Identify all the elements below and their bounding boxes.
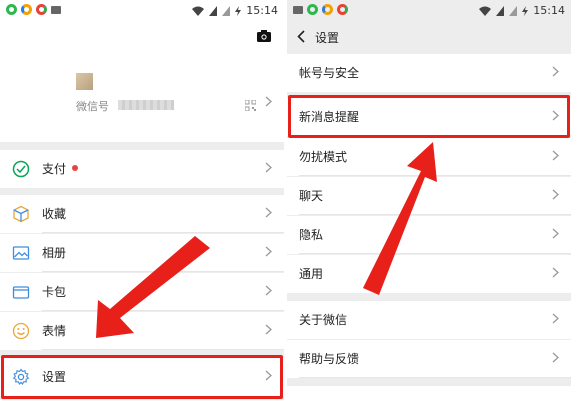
chevron-right-icon: [552, 313, 559, 324]
cube-icon: [13, 205, 29, 223]
clock: 15:14: [246, 4, 278, 17]
settings-item-privacy[interactable]: 隐私: [287, 216, 571, 254]
settings-item-label: 帐号与安全: [299, 66, 360, 80]
chevron-right-icon: [552, 267, 559, 278]
divider: [42, 232, 284, 233]
settings-item-label: 聊天: [299, 189, 324, 203]
divider: [42, 349, 284, 350]
wallet-check-icon: [12, 160, 30, 178]
charging-icon: [235, 5, 242, 16]
menu-item-stickers[interactable]: 表情: [0, 312, 284, 350]
image-notification-icon: [293, 5, 303, 14]
wechat-id-label: 微信号: [76, 100, 109, 113]
settings-item-label: 隐私: [299, 228, 324, 242]
settings-screen: 15:14 设置 帐号与安全 新消息提醒 勿扰模式 聊天 隐私 通用 关于微信: [287, 0, 571, 400]
page-title: 设置: [315, 31, 340, 45]
avatar[interactable]: [76, 73, 93, 90]
chevron-right-icon: [265, 246, 272, 257]
menu-item-label: 相册: [42, 246, 67, 260]
signal-icon: [496, 5, 505, 16]
signal-icon: [222, 5, 231, 16]
chevron-right-icon: [265, 162, 272, 173]
image-notification-icon: [51, 5, 61, 14]
chevron-right-icon: [265, 285, 272, 296]
back-arrow-icon[interactable]: [297, 30, 305, 43]
settings-item-general[interactable]: 通用: [287, 255, 571, 293]
chevron-right-icon: [552, 352, 559, 363]
chevron-right-icon: [265, 96, 272, 110]
menu-item-cards[interactable]: 卡包: [0, 273, 284, 311]
settings-item-chat[interactable]: 聊天: [287, 177, 571, 215]
menu-item-label: 收藏: [42, 207, 67, 221]
notification-app-icon: [21, 4, 32, 15]
settings-item-about-wechat[interactable]: 关于微信: [287, 301, 571, 339]
settings-item-account-security[interactable]: 帐号与安全: [287, 54, 571, 92]
notification-app-icon: [36, 4, 47, 15]
chevron-right-icon: [265, 324, 272, 335]
settings-item-label: 通用: [299, 267, 324, 281]
menu-item-label: 支付: [42, 162, 67, 176]
charging-icon: [522, 5, 529, 16]
chevron-right-icon: [552, 66, 559, 77]
clock: 15:14: [533, 4, 565, 17]
qr-code-icon[interactable]: [245, 100, 256, 111]
me-tab-screen: 15:14 微信号 支付 收藏 相册 卡包 表情 设置: [0, 0, 284, 400]
nav-bar: 设置: [287, 22, 571, 52]
settings-item-partial[interactable]: [287, 386, 571, 400]
signal-icon: [509, 5, 518, 16]
menu-item-favorites[interactable]: 收藏: [0, 195, 284, 233]
settings-item-do-not-disturb[interactable]: 勿扰模式: [287, 138, 571, 176]
settings-highlight-box: [1, 355, 283, 399]
unread-badge: [72, 165, 78, 171]
notifications-highlight-box: [288, 95, 570, 138]
settings-item-label: 勿扰模式: [299, 150, 348, 164]
signal-icon: [209, 5, 218, 16]
divider: [299, 377, 571, 378]
status-bar: 15:14: [0, 0, 284, 22]
image-icon: [12, 246, 30, 260]
notification-app-icon: [337, 4, 348, 15]
notification-app-icon: [6, 4, 17, 15]
divider: [299, 253, 571, 254]
notification-app-icon: [322, 4, 333, 15]
camera-icon[interactable]: [257, 30, 271, 42]
menu-item-label: 表情: [42, 324, 67, 338]
divider: [42, 271, 284, 272]
chevron-right-icon: [552, 228, 559, 239]
chevron-right-icon: [552, 150, 559, 161]
menu-item-album[interactable]: 相册: [0, 234, 284, 272]
settings-item-label: 关于微信: [299, 313, 348, 327]
wifi-icon: [192, 6, 205, 16]
menu-item-label: 卡包: [42, 285, 67, 299]
status-bar: 15:14: [287, 0, 571, 22]
chevron-right-icon: [265, 207, 272, 218]
settings-item-help-feedback[interactable]: 帮助与反馈: [287, 340, 571, 378]
divider: [299, 214, 571, 215]
chevron-right-icon: [552, 189, 559, 200]
wechat-id-value-blurred: [118, 100, 174, 110]
profile-header[interactable]: 微信号: [0, 22, 284, 142]
smiley-icon: [12, 322, 30, 340]
menu-item-pay[interactable]: 支付: [0, 150, 284, 188]
settings-item-label: 帮助与反馈: [299, 352, 360, 366]
wifi-icon: [479, 6, 492, 16]
notification-app-icon: [307, 4, 318, 15]
divider: [299, 175, 571, 176]
divider: [42, 310, 284, 311]
card-icon: [12, 286, 30, 299]
